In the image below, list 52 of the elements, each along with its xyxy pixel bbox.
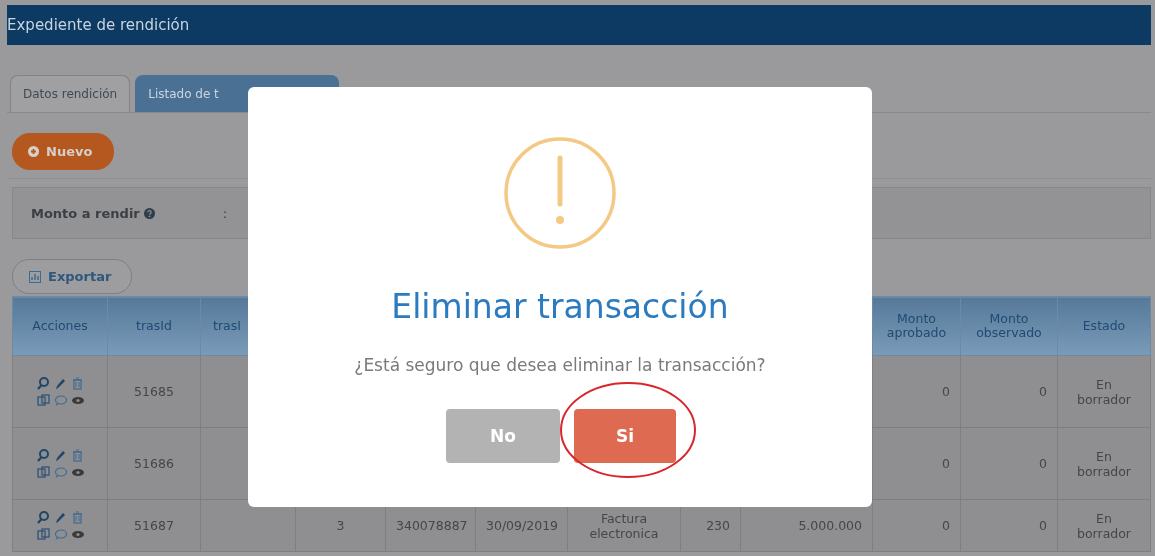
table-cell: En borrador bbox=[1077, 510, 1131, 541]
table-cell: En borrador bbox=[1077, 376, 1131, 407]
dialog-message: ¿Está seguro que desea eliminar la transacción? bbox=[354, 355, 766, 375]
page-title: Expediente de rendición bbox=[7, 16, 190, 34]
pencil-icon[interactable] bbox=[53, 376, 67, 390]
table-cell: 0 bbox=[1039, 518, 1047, 533]
export-button[interactable]: Exportar bbox=[12, 259, 133, 294]
plus-icon bbox=[28, 146, 39, 157]
table-cell: En borrador bbox=[1077, 448, 1131, 479]
table-cell: 3 bbox=[336, 518, 345, 533]
table-cell: 51687 bbox=[134, 518, 174, 533]
pencil-icon[interactable] bbox=[53, 510, 67, 524]
search-icon[interactable] bbox=[36, 448, 50, 462]
table-cell: 51686 bbox=[134, 456, 174, 471]
column-header: Monto aprobado bbox=[872, 296, 961, 356]
search-icon[interactable] bbox=[36, 376, 50, 390]
dialog-title: Eliminar transacción bbox=[391, 287, 729, 326]
trash-icon[interactable] bbox=[70, 510, 84, 524]
column-header: trasId bbox=[107, 296, 201, 356]
table-cell: 0 bbox=[1039, 384, 1047, 399]
speech-bubble-icon[interactable] bbox=[53, 527, 67, 541]
table-cell: 230 bbox=[706, 518, 730, 533]
confirm-button[interactable]: Si bbox=[574, 409, 676, 463]
trash-icon[interactable] bbox=[70, 448, 84, 462]
table-cell: 5.000.000 bbox=[798, 518, 862, 533]
copy-icon[interactable] bbox=[36, 527, 50, 541]
search-icon[interactable] bbox=[36, 510, 50, 524]
column-header: Estado bbox=[1057, 296, 1151, 356]
table-cell: 51685 bbox=[134, 384, 174, 399]
speech-bubble-icon[interactable] bbox=[53, 393, 67, 407]
table-cell: 0 bbox=[942, 518, 950, 533]
column-header: Monto observado bbox=[960, 296, 1058, 356]
separator-colon: : bbox=[222, 205, 228, 221]
column-header: Acciones bbox=[12, 296, 108, 356]
copy-icon[interactable] bbox=[36, 465, 50, 479]
table-cell: 30/09/2019 bbox=[486, 518, 559, 533]
speech-bubble-icon[interactable] bbox=[53, 465, 67, 479]
table-cell: 0 bbox=[942, 456, 950, 471]
exclamation-icon bbox=[503, 136, 617, 250]
table-cell: Factura electronica bbox=[589, 510, 659, 541]
trash-icon[interactable] bbox=[70, 376, 84, 390]
new-button[interactable]: Nuevo bbox=[12, 133, 115, 170]
cancel-button[interactable]: No bbox=[446, 409, 560, 463]
pencil-icon[interactable] bbox=[53, 448, 67, 462]
table-cell: 340078887 bbox=[396, 518, 468, 533]
chart-file-icon bbox=[29, 270, 41, 283]
help-icon bbox=[143, 207, 155, 219]
field-label: Monto a rendir bbox=[31, 205, 140, 221]
table-cell: 0 bbox=[942, 384, 950, 399]
tab[interactable]: Datos rendición bbox=[10, 75, 131, 112]
table-cell: 0 bbox=[1039, 456, 1047, 471]
copy-icon[interactable] bbox=[36, 393, 50, 407]
